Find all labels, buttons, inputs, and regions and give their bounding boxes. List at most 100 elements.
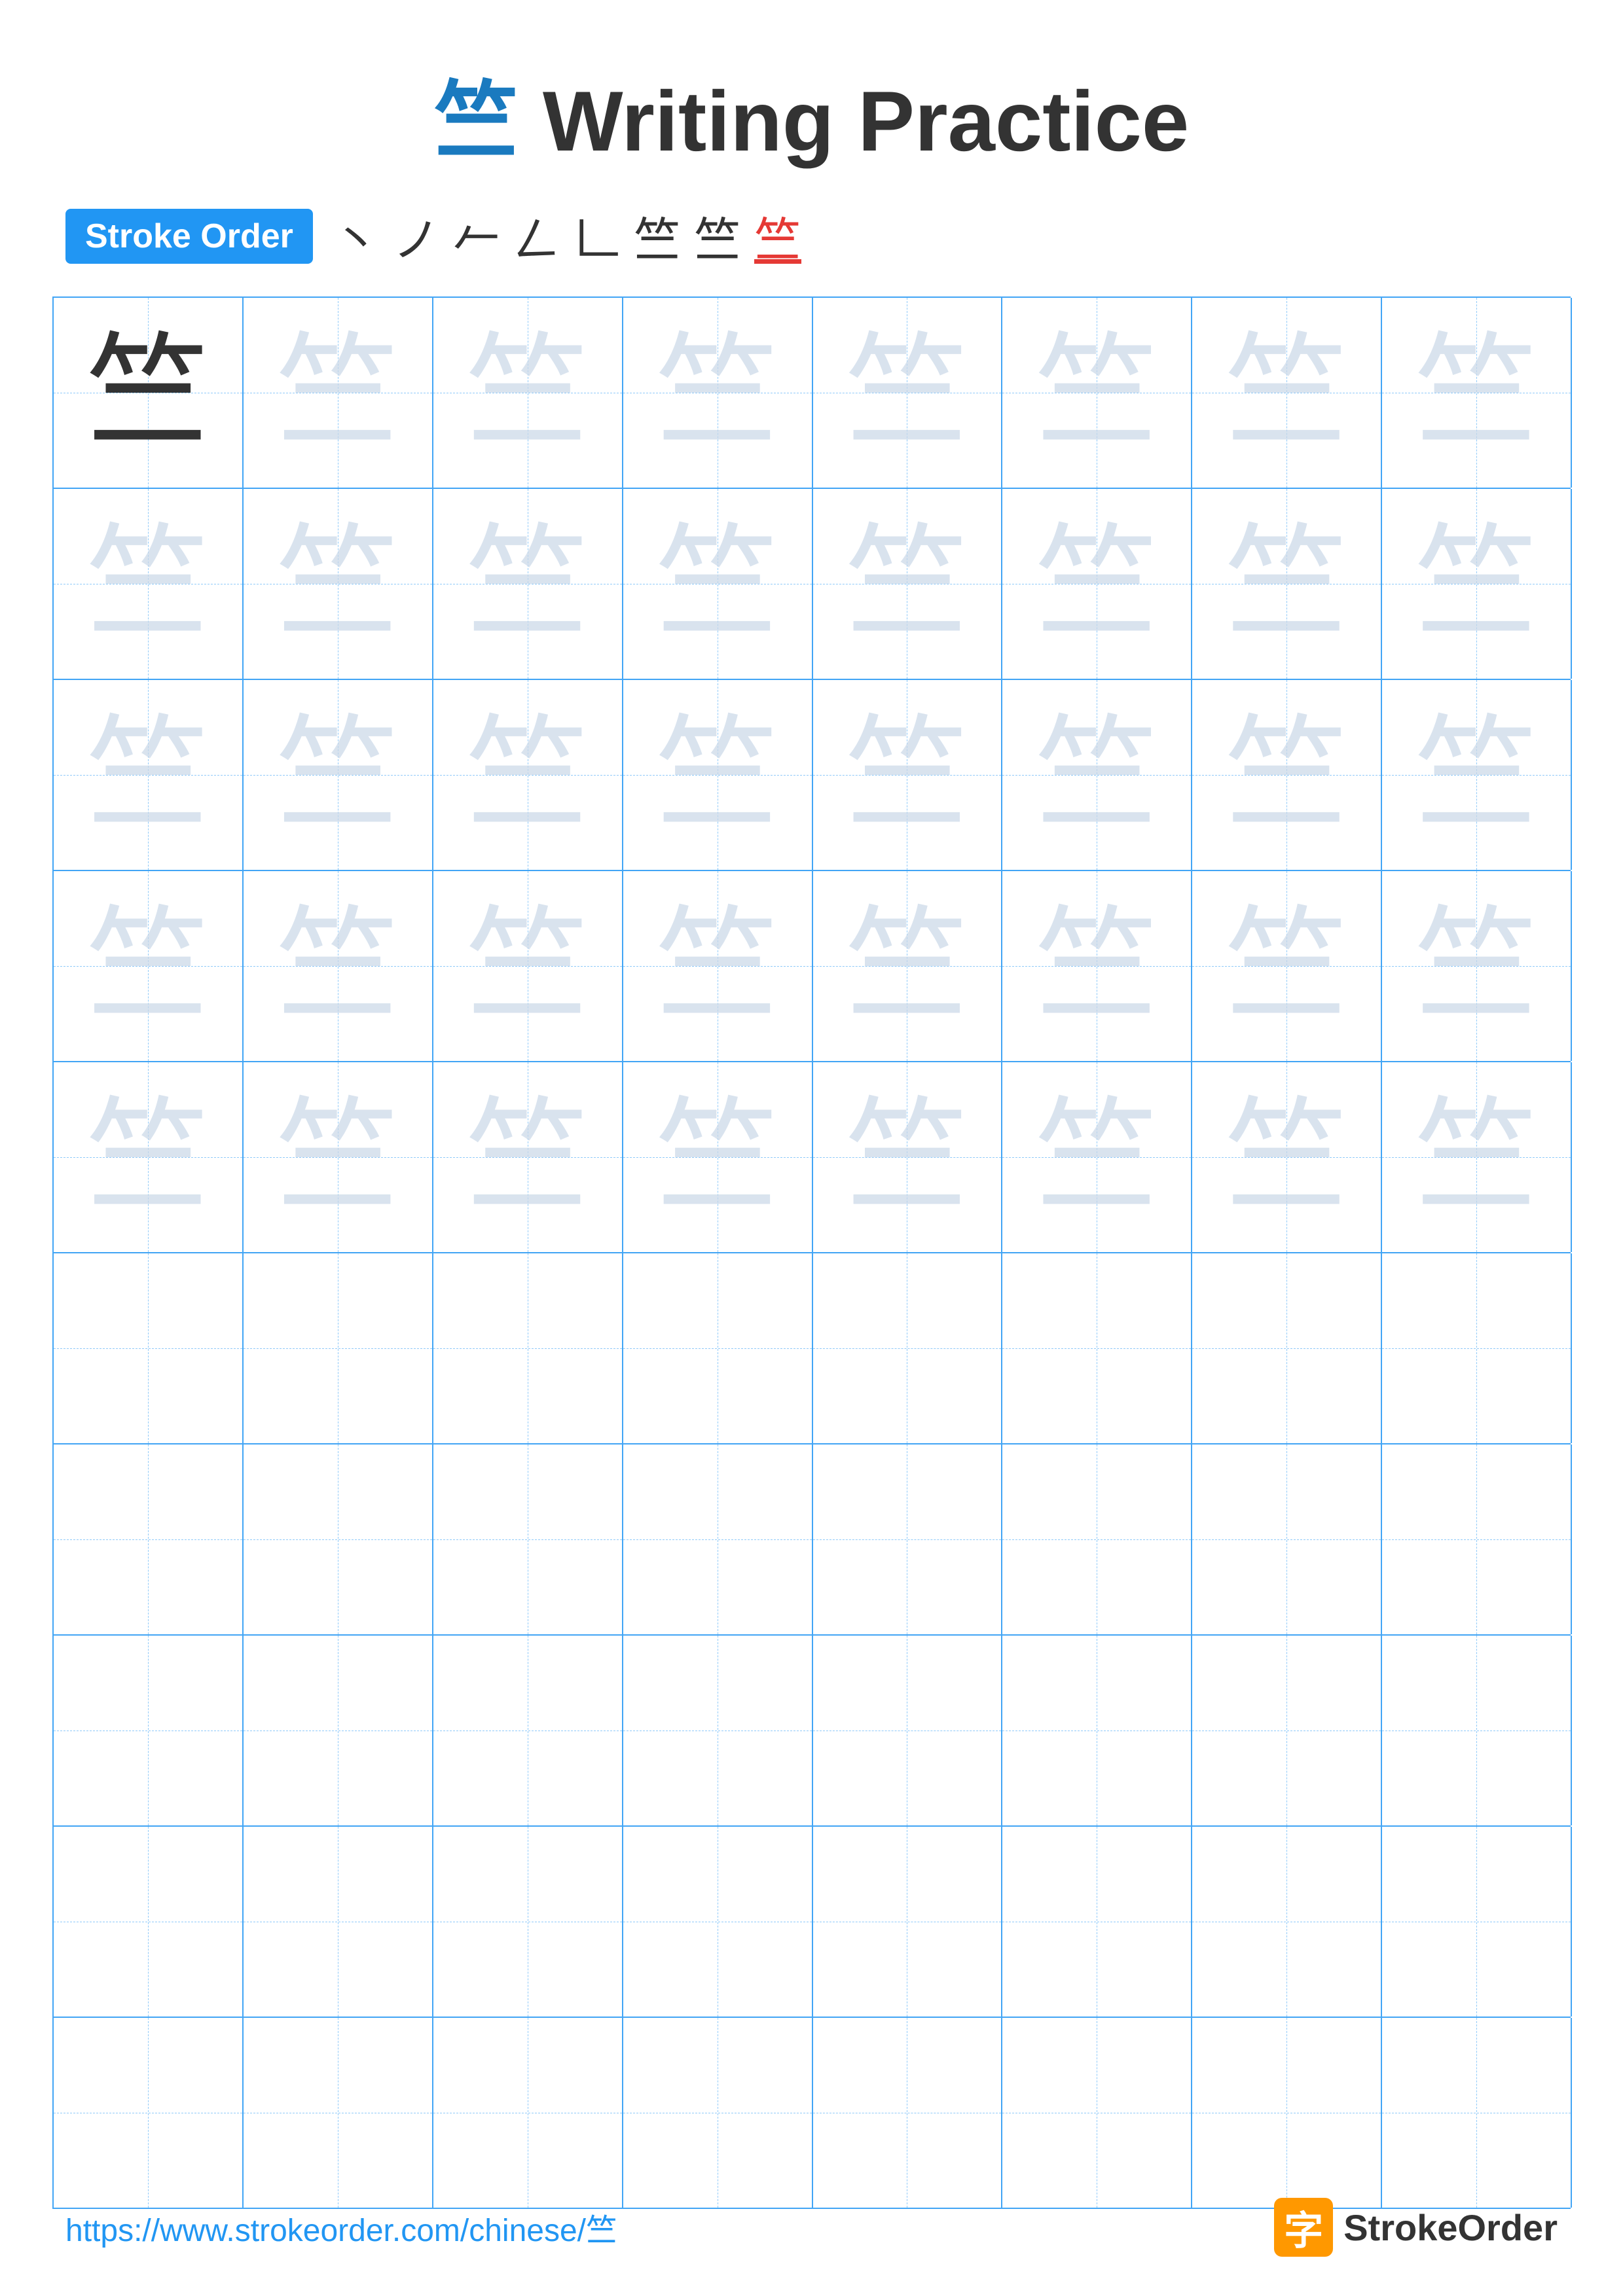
grid-cell[interactable]: 竺 [1192,871,1382,1061]
grid-cell[interactable]: 竺 [244,680,433,870]
grid-cell[interactable] [1382,1253,1572,1443]
grid-cell[interactable]: 竺 [433,298,623,488]
grid-cell[interactable]: 竺 [1192,298,1382,488]
grid-cell[interactable] [54,1253,244,1443]
grid-cell[interactable] [1192,1636,1382,1825]
grid-cell[interactable] [433,2018,623,2208]
grid-cell[interactable] [623,1636,813,1825]
grid-cell[interactable] [623,1827,813,2017]
grid-cell[interactable]: 竺 [623,871,813,1061]
grid-cell[interactable]: 竺 [1192,489,1382,679]
practice-char: 竺 [465,331,590,455]
practice-char: 竺 [276,331,400,455]
grid-cell[interactable]: 竺 [244,298,433,488]
grid-cell[interactable] [1002,1253,1192,1443]
grid-cell[interactable] [1382,2018,1572,2208]
practice-char: 竺 [1414,904,1539,1028]
grid-cell[interactable]: 竺 [244,871,433,1061]
grid-cell[interactable]: 竺 [813,298,1003,488]
grid-cell[interactable]: 竺 [813,871,1003,1061]
grid-row: 竺竺竺竺竺竺竺竺 [54,680,1571,871]
grid-cell[interactable]: 竺 [1382,871,1572,1061]
grid-cell[interactable]: 竺 [623,489,813,679]
practice-char: 竺 [1034,713,1159,837]
grid-cell[interactable] [1192,1827,1382,2017]
grid-cell[interactable] [54,2018,244,2208]
grid-cell[interactable]: 竺 [433,871,623,1061]
grid-cell[interactable] [1192,1444,1382,1634]
practice-char: 竺 [86,904,210,1028]
grid-cell[interactable] [244,1827,433,2017]
grid-cell[interactable]: 竺 [623,1062,813,1252]
grid-cell[interactable]: 竺 [1002,1062,1192,1252]
grid-cell[interactable]: 竺 [54,1062,244,1252]
grid-cell[interactable] [244,2018,433,2208]
stroke-chars: 丶 ノ 𠂉 𠃋 𠃊 竺 竺 竺 [333,202,801,270]
grid-cell[interactable]: 竺 [433,489,623,679]
grid-cell[interactable]: 竺 [54,871,244,1061]
grid-cell[interactable] [1382,1444,1572,1634]
grid-cell[interactable]: 竺 [433,680,623,870]
grid-cell[interactable] [1382,1827,1572,2017]
grid-cell[interactable] [623,2018,813,2208]
page-footer: https://www.strokeorder.com/chinese/竺 字 … [0,2198,1623,2257]
grid-cell[interactable] [813,1253,1003,1443]
grid-cell[interactable] [1382,1636,1572,1825]
grid-cell[interactable]: 竺 [1192,680,1382,870]
stroke-6: 竺 [634,202,681,270]
grid-cell[interactable] [244,1636,433,1825]
grid-cell[interactable]: 竺 [813,1062,1003,1252]
practice-grid-container[interactable]: 竺竺竺竺竺竺竺竺竺竺竺竺竺竺竺竺竺竺竺竺竺竺竺竺竺竺竺竺竺竺竺竺竺竺竺竺竺竺竺竺 [0,296,1623,2209]
grid-cell[interactable]: 竺 [1382,1062,1572,1252]
grid-cell[interactable] [244,1253,433,1443]
grid-cell[interactable] [813,1827,1003,2017]
chinese-char: 竺 [434,73,519,169]
grid-cell[interactable]: 竺 [813,489,1003,679]
footer-url[interactable]: https://www.strokeorder.com/chinese/竺 [65,2204,617,2250]
grid-row: 竺竺竺竺竺竺竺竺 [54,871,1571,1062]
grid-cell[interactable] [244,1444,433,1634]
grid-cell[interactable]: 竺 [1382,489,1572,679]
grid-cell[interactable]: 竺 [1002,298,1192,488]
grid-cell[interactable] [1002,2018,1192,2208]
stroke-order-badge: Stroke Order [65,209,313,264]
grid-cell[interactable]: 竺 [1382,298,1572,488]
practice-char: 竺 [1414,1095,1539,1219]
grid-cell[interactable]: 竺 [1002,489,1192,679]
grid-cell[interactable] [433,1444,623,1634]
grid-cell[interactable]: 竺 [1002,871,1192,1061]
grid-cell[interactable] [1192,2018,1382,2208]
practice-char: 竺 [655,713,780,837]
grid-cell[interactable] [54,1827,244,2017]
grid-cell[interactable]: 竺 [623,298,813,488]
grid-cell[interactable]: 竺 [54,680,244,870]
grid-cell[interactable]: 竺 [1002,680,1192,870]
footer-brand: 字 StrokeOrder [1274,2198,1558,2257]
grid-cell[interactable]: 竺 [244,1062,433,1252]
grid-cell[interactable] [54,1636,244,1825]
grid-cell[interactable] [433,1253,623,1443]
grid-cell[interactable] [433,1827,623,2017]
grid-cell[interactable] [1002,1636,1192,1825]
grid-cell[interactable] [1002,1444,1192,1634]
grid-cell[interactable]: 竺 [623,680,813,870]
grid-cell[interactable] [813,1444,1003,1634]
grid-cell[interactable]: 竺 [244,489,433,679]
grid-cell[interactable]: 竺 [1382,680,1572,870]
practice-char: 竺 [655,1095,780,1219]
grid-cell[interactable]: 竺 [54,489,244,679]
grid-cell[interactable] [813,2018,1003,2208]
grid-cell[interactable] [813,1636,1003,1825]
grid-cell[interactable]: 竺 [54,298,244,488]
grid-cell[interactable]: 竺 [1192,1062,1382,1252]
grid-cell[interactable]: 竺 [433,1062,623,1252]
grid-cell[interactable] [54,1444,244,1634]
grid-cell[interactable] [623,1444,813,1634]
grid-row [54,1444,1571,1636]
grid-cell[interactable] [433,1636,623,1825]
grid-cell[interactable] [1192,1253,1382,1443]
practice-char: 竺 [845,713,969,837]
grid-cell[interactable] [623,1253,813,1443]
grid-cell[interactable]: 竺 [813,680,1003,870]
grid-cell[interactable] [1002,1827,1192,2017]
